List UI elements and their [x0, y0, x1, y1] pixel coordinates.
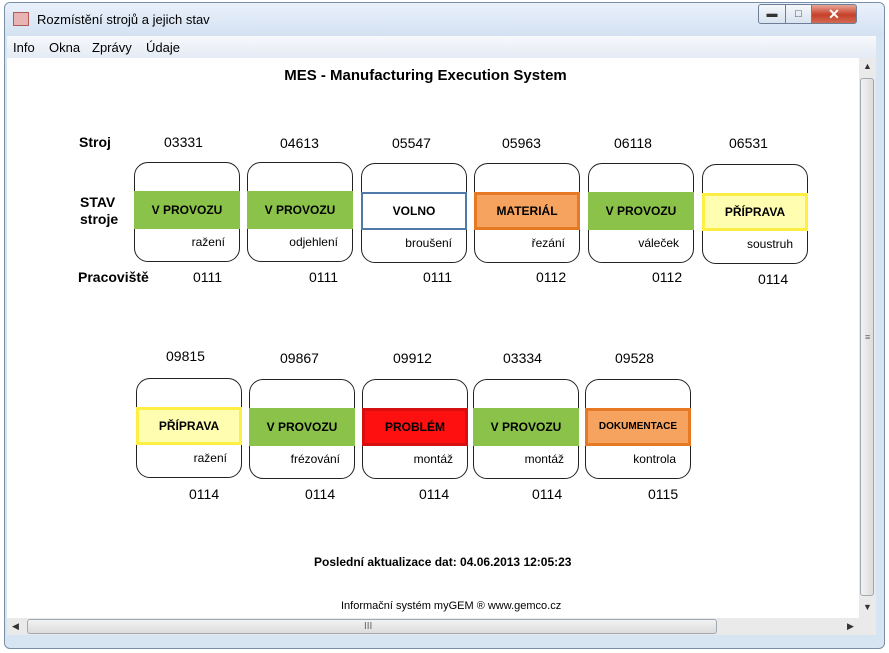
- horizontal-scroll-thumb[interactable]: III: [27, 619, 717, 634]
- status-badge: V PROVOZU: [134, 191, 240, 229]
- window-title: Rozmístění strojů a jejich stav: [37, 12, 210, 27]
- label-state: STAV stroje: [80, 194, 118, 228]
- workplace-code: 0111: [193, 269, 223, 285]
- workplace-code: 0114: [305, 486, 336, 502]
- maximize-icon: □: [795, 8, 802, 20]
- footer-info: Informační systém myGEM ® www.gemco.cz: [341, 600, 562, 612]
- machine-id: 05547: [392, 135, 431, 151]
- status-badge: PŘÍPRAVA: [702, 193, 808, 231]
- machine-id: 09912: [393, 350, 432, 366]
- scroll-up-arrow-icon[interactable]: ▲: [859, 58, 876, 75]
- menu-zpravy[interactable]: Zprávy: [92, 40, 132, 55]
- close-icon: ✕: [828, 6, 840, 22]
- scroll-right-arrow-icon[interactable]: ▶: [842, 618, 859, 635]
- status-badge: MATERIÁL: [474, 192, 580, 230]
- machine-card[interactable]: V PROVOZU váleček: [588, 163, 694, 263]
- operation-label: soustruh: [746, 237, 793, 251]
- vertical-scroll-thumb[interactable]: ≡: [860, 78, 874, 596]
- label-workplace: Pracoviště: [78, 269, 149, 285]
- operation-label: kontrola: [633, 452, 676, 466]
- menu-okna[interactable]: Okna: [49, 40, 80, 55]
- machine-id: 04613: [280, 135, 319, 151]
- horizontal-scrollbar[interactable]: ◀ III ▶: [7, 618, 859, 635]
- status-badge: PROBLÉM: [362, 408, 468, 446]
- status-badge: PŘÍPRAVA: [136, 407, 242, 445]
- minimize-button[interactable]: ▬: [758, 4, 786, 24]
- maximize-button[interactable]: □: [785, 4, 812, 24]
- machine-id: 03334: [503, 350, 542, 366]
- grip-icon: III: [364, 621, 373, 632]
- operation-label: ražení: [193, 451, 227, 465]
- scroll-down-arrow-icon[interactable]: ▼: [859, 599, 876, 616]
- operation-label: ražení: [191, 235, 225, 249]
- app-icon[interactable]: [13, 12, 29, 26]
- workplace-code: 0111: [309, 269, 339, 285]
- status-badge: V PROVOZU: [247, 191, 353, 229]
- machine-id: 05963: [502, 135, 541, 151]
- scroll-left-arrow-icon[interactable]: ◀: [7, 618, 24, 635]
- machine-card[interactable]: V PROVOZU ražení: [134, 162, 240, 262]
- title-bar[interactable]: Rozmístění strojů a jejich stav ▬ □ ✕: [5, 3, 884, 37]
- workplace-code: 0114: [532, 486, 563, 502]
- status-badge: VOLNO: [361, 192, 467, 230]
- workplace-code: 0114: [758, 271, 789, 287]
- status-badge: DOKUMENTACE: [585, 408, 691, 446]
- operation-label: frézování: [290, 452, 340, 466]
- label-state-line1: STAV: [80, 194, 116, 210]
- workplace-code: 0112: [652, 269, 683, 285]
- menu-info[interactable]: Info: [13, 40, 35, 55]
- machine-card[interactable]: MATERIÁL řezání: [474, 163, 580, 263]
- machine-card[interactable]: PROBLÉM montáž: [362, 379, 468, 479]
- workplace-code: 0112: [536, 269, 567, 285]
- operation-label: montáž: [524, 452, 564, 466]
- workplace-code: 0111: [423, 269, 453, 285]
- status-badge: V PROVOZU: [249, 408, 355, 446]
- machine-id: 06531: [729, 135, 768, 151]
- machine-card[interactable]: V PROVOZU montáž: [473, 379, 579, 479]
- operation-label: broušení: [405, 236, 452, 250]
- operation-label: řezání: [531, 236, 565, 250]
- status-badge: V PROVOZU: [588, 192, 694, 230]
- status-badge: V PROVOZU: [473, 408, 579, 446]
- main-content: MES - Manufacturing Execution System Str…: [7, 58, 859, 618]
- machine-id: 03331: [164, 134, 203, 150]
- workplace-code: 0114: [419, 486, 450, 502]
- workplace-code: 0115: [648, 486, 679, 502]
- operation-label: váleček: [638, 236, 679, 250]
- machine-card[interactable]: PŘÍPRAVA ražení: [136, 378, 242, 478]
- close-button[interactable]: ✕: [811, 4, 857, 24]
- page-title: MES - Manufacturing Execution System: [284, 67, 567, 84]
- operation-label: montáž: [413, 452, 453, 466]
- machine-id: 09528: [615, 350, 654, 366]
- machine-id: 06118: [614, 135, 652, 151]
- grip-icon: ≡: [865, 332, 871, 342]
- machine-id: 09867: [280, 350, 319, 366]
- last-update: Poslední aktualizace dat: 04.06.2013 12:…: [314, 555, 572, 569]
- machine-id: 09815: [166, 348, 205, 364]
- menu-udaje[interactable]: Údaje: [146, 40, 180, 55]
- machine-card[interactable]: PŘÍPRAVA soustruh: [702, 164, 808, 264]
- machine-card[interactable]: VOLNO broušení: [361, 163, 467, 263]
- operation-label: odjehlení: [289, 235, 338, 249]
- label-state-line2: stroje: [80, 211, 119, 227]
- workplace-code: 0114: [189, 486, 220, 502]
- menu-bar: Info Okna Zprávy Údaje: [7, 36, 876, 59]
- minimize-icon: ▬: [766, 8, 778, 20]
- label-machine: Stroj: [79, 134, 111, 150]
- machine-card[interactable]: V PROVOZU odjehlení: [247, 162, 353, 262]
- machine-card[interactable]: V PROVOZU frézování: [249, 379, 355, 479]
- machine-card[interactable]: DOKUMENTACE kontrola: [585, 379, 691, 479]
- scrollbar-corner: [859, 618, 876, 635]
- vertical-scrollbar[interactable]: ▲ ≡ ▼: [859, 58, 876, 618]
